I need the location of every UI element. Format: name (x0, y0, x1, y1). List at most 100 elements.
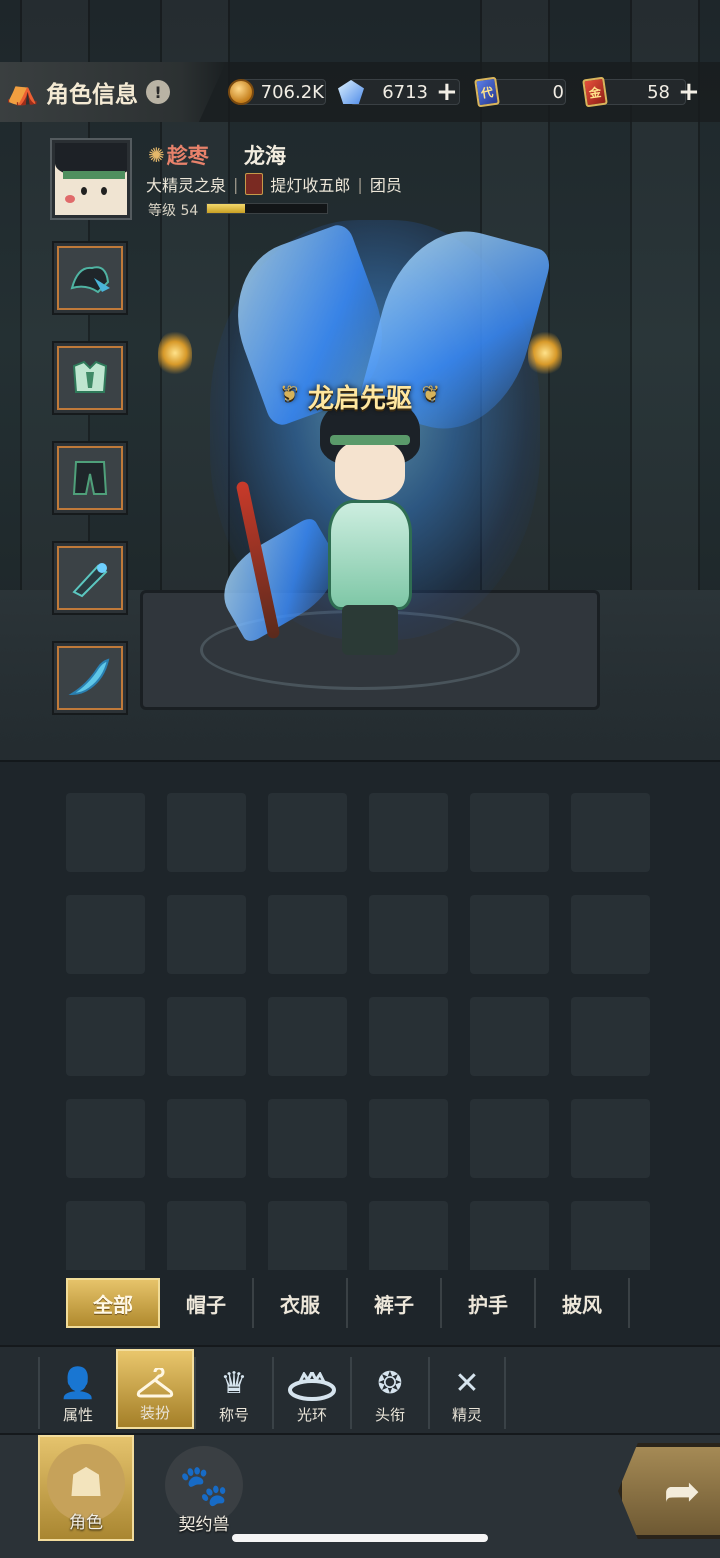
inventory-slot[interactable] (470, 1099, 549, 1178)
inventory-slot[interactable] (571, 1099, 650, 1178)
inventory-slot[interactable] (167, 793, 246, 872)
player-name: 龙海 (244, 144, 286, 168)
inventory-slot[interactable] (66, 997, 145, 1076)
guild-name: 提灯收五郎 (270, 176, 351, 195)
tab-label: 称号 (218, 1406, 249, 1424)
guild-tag-text: 趁枣 (166, 144, 209, 168)
tab-label: 光环 (296, 1406, 327, 1424)
character-headband (330, 435, 410, 445)
inventory-slot[interactable] (369, 997, 448, 1076)
wall-lamp-left (158, 330, 192, 376)
blue-card-resource: 代 0 (472, 76, 566, 108)
tab-cape[interactable]: 披风 (536, 1278, 630, 1328)
tab-label: 装扮 (139, 1404, 170, 1422)
red-card-value: 58 (647, 81, 670, 103)
equip-slot-cape[interactable] (52, 641, 128, 715)
guild-banner-icon (245, 173, 264, 195)
crown-icon: ♛ (220, 1366, 248, 1401)
inventory-slot[interactable] (167, 895, 246, 974)
inventory-slot[interactable] (571, 793, 650, 872)
tab-pants[interactable]: 裤子 (348, 1278, 442, 1328)
inventory-slot[interactable] (369, 793, 448, 872)
add-red-card-button[interactable]: + (678, 79, 700, 105)
nav-label: 契约兽 (178, 1515, 230, 1535)
spirit-icon: ✕ (454, 1366, 480, 1401)
inventory-slot[interactable] (268, 1201, 347, 1270)
inventory-slot[interactable] (66, 895, 145, 974)
tab-outfit[interactable]: 装扮 (116, 1349, 194, 1429)
inventory-slot[interactable] (470, 1201, 549, 1270)
armor-icon (72, 360, 108, 393)
inventory-slot[interactable] (268, 895, 347, 974)
gold-coin-icon (226, 77, 256, 107)
server-name: 大精灵之泉 (146, 176, 227, 195)
equip-slot-pants[interactable] (52, 441, 128, 515)
crystal-resource: 6713 + (336, 76, 460, 108)
character-title: 龙启先驱 (278, 376, 442, 416)
nav-contract-beast[interactable]: 🐾 契约兽 (156, 1435, 252, 1541)
share-arrow-button[interactable]: ➦ (618, 1443, 720, 1539)
guild-role: 团员 (369, 176, 402, 195)
tab-headtitle[interactable]: ❂ 头衔 (350, 1357, 428, 1429)
tab-spirit[interactable]: ✕ 精灵 (428, 1357, 506, 1429)
inventory-slot[interactable] (369, 895, 448, 974)
cape-icon (68, 658, 110, 696)
page-title: ⛺ 角色信息 ! (0, 62, 226, 122)
nav-character[interactable]: ☗ 角色 (38, 1435, 134, 1541)
gold-resource: 706.2K (226, 76, 326, 108)
inventory-slot[interactable] (369, 1099, 448, 1178)
inventory-slot[interactable] (66, 1201, 145, 1270)
inventory-slot[interactable] (268, 793, 347, 872)
headwear-icon (70, 266, 110, 294)
inventory-slot[interactable] (369, 1201, 448, 1270)
blue-card-icon: 代 (472, 76, 502, 108)
inventory-slot[interactable] (470, 895, 549, 974)
tab-gloves[interactable]: 护手 (442, 1278, 536, 1328)
inventory-grid (66, 793, 650, 1270)
player-character[interactable] (300, 395, 440, 665)
inventory-slot[interactable] (571, 895, 650, 974)
red-card-resource: 金 58 + (580, 76, 700, 108)
divider: | (233, 174, 239, 194)
tab-label: 属性 (62, 1406, 93, 1424)
inventory-slot[interactable] (66, 793, 145, 872)
add-crystal-button[interactable]: + (436, 79, 458, 105)
equip-slot-headwear[interactable] (52, 241, 128, 315)
home-indicator[interactable] (232, 1534, 488, 1542)
divider: | (357, 174, 363, 194)
inventory-slot[interactable] (571, 997, 650, 1076)
inventory-slot[interactable] (268, 1099, 347, 1178)
tab-hats[interactable]: 帽子 (160, 1278, 254, 1328)
gold-value: 706.2K (260, 81, 324, 103)
inventory-slot[interactable] (167, 1099, 246, 1178)
inventory-slot[interactable] (167, 997, 246, 1076)
inventory-slot[interactable] (571, 1201, 650, 1270)
equip-slot-gauntlet[interactable] (52, 541, 128, 615)
blue-card-value: 0 (552, 81, 564, 103)
info-icon[interactable]: ! (146, 80, 170, 104)
inventory-slot[interactable] (470, 793, 549, 872)
crystal-icon (336, 77, 366, 107)
tab-clothes[interactable]: 衣服 (254, 1278, 348, 1328)
character-legs (342, 605, 398, 655)
avatar[interactable] (50, 138, 132, 220)
inventory-slot[interactable] (66, 1099, 145, 1178)
tab-attributes[interactable]: 👤 属性 (38, 1357, 116, 1429)
level-label: 等级 54 (148, 203, 199, 219)
guild-emblem-icon: ✺ (148, 143, 165, 167)
equip-slot-armor[interactable] (52, 341, 128, 415)
inventory-slot[interactable] (167, 1201, 246, 1270)
tab-all[interactable]: 全部 (66, 1278, 160, 1328)
top-bar: ⛺ 角色信息 ! 706.2K 6713 + 代 0 金 58 + (0, 62, 720, 122)
hanger-icon (136, 1368, 174, 1398)
tab-label: 头衔 (374, 1406, 405, 1424)
inventory-slot[interactable] (268, 997, 347, 1076)
tab-halo[interactable]: 光环 (272, 1357, 350, 1429)
inventory-slot[interactable] (470, 997, 549, 1076)
tent-icon: ⛺ (6, 77, 39, 107)
tab-label: 精灵 (451, 1406, 482, 1424)
tab-titles[interactable]: ♛ 称号 (194, 1357, 272, 1429)
guild-tag: ✺ 趁枣 (148, 140, 209, 170)
crystal-value: 6713 (382, 81, 428, 103)
function-bar: 👤 属性 装扮 ♛ 称号 光环 ❂ 头衔 ✕ 精灵 (0, 1345, 720, 1433)
